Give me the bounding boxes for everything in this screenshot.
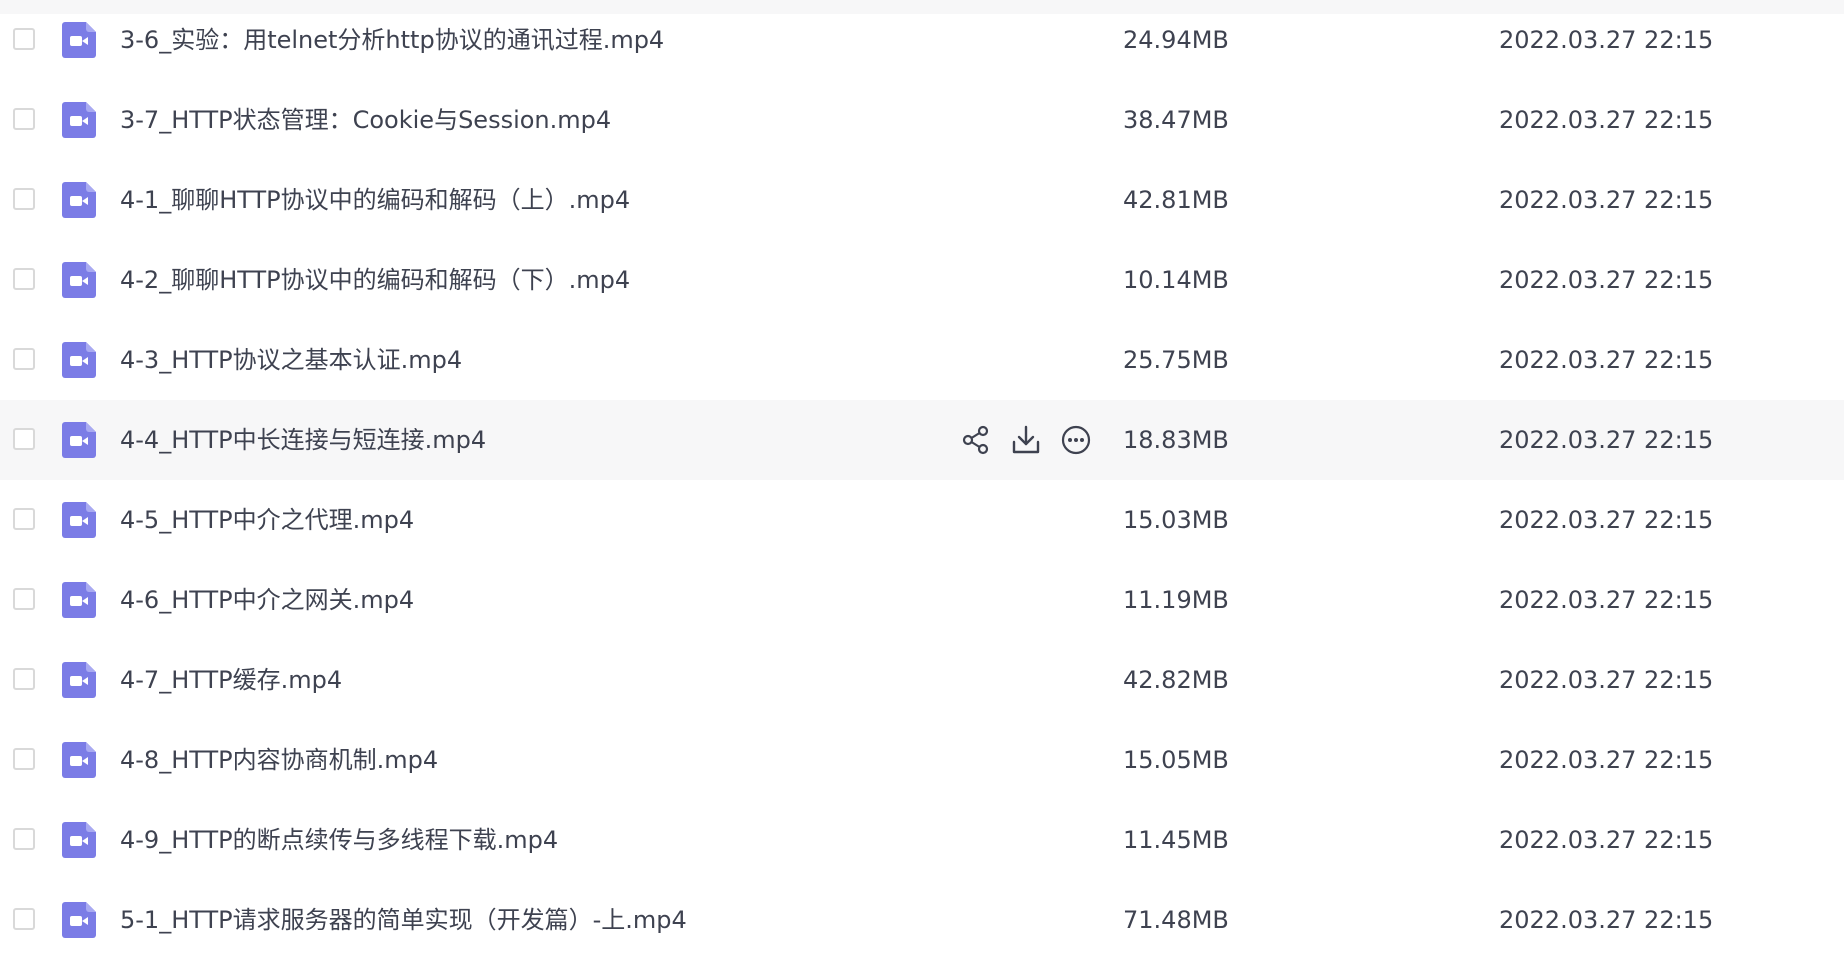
video-file-icon xyxy=(62,262,96,298)
file-size: 15.03MB xyxy=(1123,506,1229,534)
file-date: 2022.03.27 22:15 xyxy=(1499,746,1714,774)
row-checkbox[interactable] xyxy=(13,828,35,850)
file-name[interactable]: 4-9_HTTP的断点续传与多线程下载.mp4 xyxy=(120,824,558,856)
file-row[interactable]: 4-5_HTTP中介之代理.mp4 15.03MB 2022.03.27 22:… xyxy=(0,480,1844,560)
video-file-icon xyxy=(62,102,96,138)
more-icon xyxy=(1061,425,1091,455)
file-name[interactable]: 5-1_HTTP请求服务器的简单实现（开发篇）-上.mp4 xyxy=(120,904,687,936)
file-name[interactable]: 4-7_HTTP缓存.mp4 xyxy=(120,664,342,696)
video-file-icon xyxy=(62,582,96,618)
file-size: 42.82MB xyxy=(1123,666,1229,694)
video-file-icon xyxy=(62,502,96,538)
video-file-icon xyxy=(62,742,96,778)
download-button[interactable] xyxy=(1008,422,1044,458)
file-name[interactable]: 4-8_HTTP内容协商机制.mp4 xyxy=(120,744,438,776)
row-checkbox[interactable] xyxy=(13,428,35,450)
row-checkbox[interactable] xyxy=(13,348,35,370)
file-date: 2022.03.27 22:15 xyxy=(1499,266,1714,294)
file-date: 2022.03.27 22:15 xyxy=(1499,906,1714,934)
file-size: 11.19MB xyxy=(1123,586,1229,614)
file-name[interactable]: 4-6_HTTP中介之网关.mp4 xyxy=(120,584,414,616)
file-name[interactable]: 4-4_HTTP中长连接与短连接.mp4 xyxy=(120,424,486,456)
file-name[interactable]: 4-2_聊聊HTTP协议中的编码和解码（下）.mp4 xyxy=(120,264,630,296)
share-icon xyxy=(962,425,989,455)
download-icon xyxy=(1012,425,1040,454)
file-name[interactable]: 3-6_实验：用telnet分析http协议的通讯过程.mp4 xyxy=(120,24,664,56)
file-date: 2022.03.27 22:15 xyxy=(1499,826,1714,854)
video-file-icon xyxy=(62,342,96,378)
file-size: 18.83MB xyxy=(1123,426,1229,454)
file-date: 2022.03.27 22:15 xyxy=(1499,666,1714,694)
file-size: 11.45MB xyxy=(1123,826,1229,854)
file-row[interactable]: 4-3_HTTP协议之基本认证.mp4 25.75MB 2022.03.27 2… xyxy=(0,320,1844,400)
file-name[interactable]: 4-5_HTTP中介之代理.mp4 xyxy=(120,504,414,536)
row-checkbox[interactable] xyxy=(13,748,35,770)
file-size: 38.47MB xyxy=(1123,106,1229,134)
file-name[interactable]: 3-7_HTTP状态管理：Cookie与Session.mp4 xyxy=(120,104,611,136)
file-row[interactable]: 4-8_HTTP内容协商机制.mp4 15.05MB 2022.03.27 22… xyxy=(0,720,1844,800)
file-name[interactable]: 4-3_HTTP协议之基本认证.mp4 xyxy=(120,344,462,376)
video-file-icon xyxy=(62,662,96,698)
video-file-icon xyxy=(62,22,96,58)
file-size: 25.75MB xyxy=(1123,346,1229,374)
file-row[interactable]: 4-7_HTTP缓存.mp4 42.82MB 2022.03.27 22:15 xyxy=(0,640,1844,720)
file-row[interactable]: 4-9_HTTP的断点续传与多线程下载.mp4 11.45MB 2022.03.… xyxy=(0,800,1844,880)
file-row[interactable]: 4-2_聊聊HTTP协议中的编码和解码（下）.mp4 10.14MB 2022.… xyxy=(0,240,1844,320)
file-row[interactable]: 5-1_HTTP请求服务器的简单实现（开发篇）-上.mp4 71.48MB 20… xyxy=(0,880,1844,960)
row-checkbox[interactable] xyxy=(13,908,35,930)
file-date: 2022.03.27 22:15 xyxy=(1499,26,1714,54)
file-name[interactable]: 4-1_聊聊HTTP协议中的编码和解码（上）.mp4 xyxy=(120,184,630,216)
row-actions xyxy=(958,422,1094,458)
file-date: 2022.03.27 22:15 xyxy=(1499,426,1714,454)
row-checkbox[interactable] xyxy=(13,108,35,130)
video-file-icon xyxy=(62,422,96,458)
file-size: 71.48MB xyxy=(1123,906,1229,934)
file-date: 2022.03.27 22:15 xyxy=(1499,346,1714,374)
file-date: 2022.03.27 22:15 xyxy=(1499,186,1714,214)
row-checkbox[interactable] xyxy=(13,508,35,530)
file-row[interactable]: 3-7_HTTP状态管理：Cookie与Session.mp4 38.47MB … xyxy=(0,80,1844,160)
video-file-icon xyxy=(62,182,96,218)
video-file-icon xyxy=(62,822,96,858)
file-size: 10.14MB xyxy=(1123,266,1229,294)
more-button[interactable] xyxy=(1058,422,1094,458)
file-date: 2022.03.27 22:15 xyxy=(1499,106,1714,134)
video-file-icon xyxy=(62,902,96,938)
row-checkbox[interactable] xyxy=(13,588,35,610)
file-size: 42.81MB xyxy=(1123,186,1229,214)
file-row[interactable]: 4-6_HTTP中介之网关.mp4 11.19MB 2022.03.27 22:… xyxy=(0,560,1844,640)
file-row[interactable]: 4-4_HTTP中长连接与短连接.mp4 18.83MB 2022.03.27 … xyxy=(0,400,1844,480)
row-checkbox[interactable] xyxy=(13,28,35,50)
file-date: 2022.03.27 22:15 xyxy=(1499,586,1714,614)
file-row[interactable]: 3-6_实验：用telnet分析http协议的通讯过程.mp4 24.94MB … xyxy=(0,0,1844,80)
file-size: 24.94MB xyxy=(1123,26,1229,54)
file-row[interactable]: 4-1_聊聊HTTP协议中的编码和解码（上）.mp4 42.81MB 2022.… xyxy=(0,160,1844,240)
row-checkbox[interactable] xyxy=(13,188,35,210)
share-button[interactable] xyxy=(958,422,994,458)
row-checkbox[interactable] xyxy=(13,268,35,290)
file-date: 2022.03.27 22:15 xyxy=(1499,506,1714,534)
row-checkbox[interactable] xyxy=(13,668,35,690)
file-size: 15.05MB xyxy=(1123,746,1229,774)
